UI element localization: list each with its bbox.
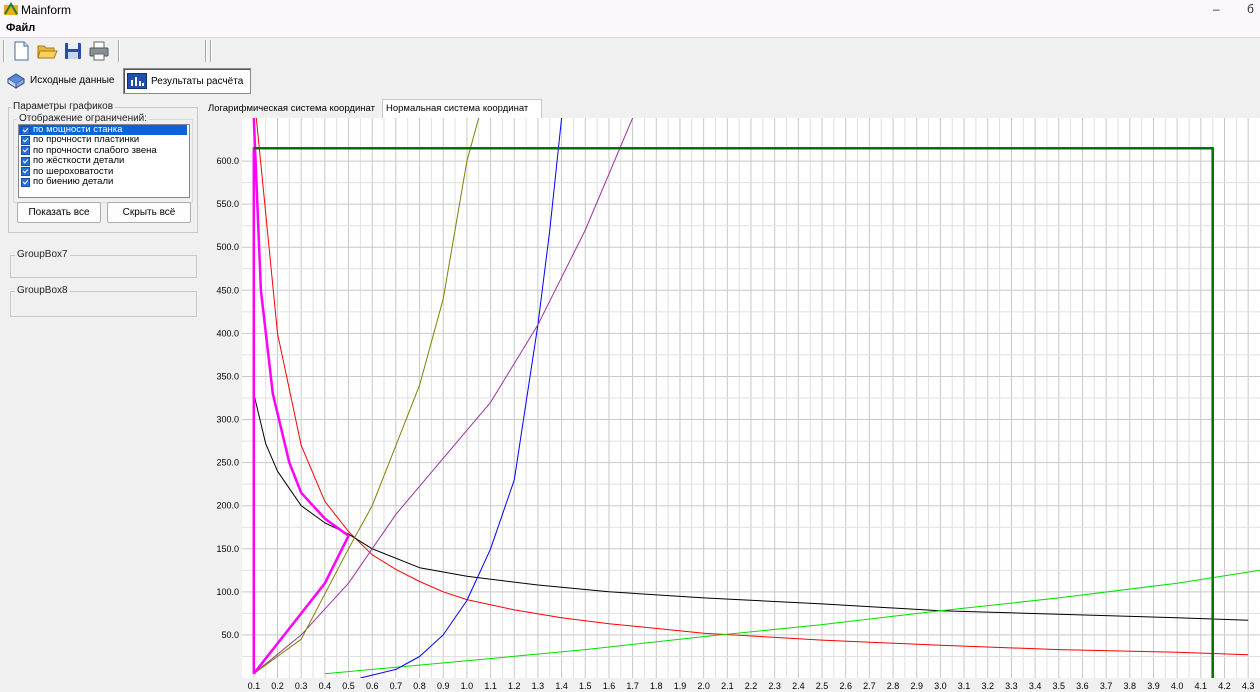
constraints-checklist[interactable]: по мощности станка по прочности пластинк… <box>18 124 190 198</box>
tab-normal-coordinates[interactable]: Нормальная система координат <box>382 99 542 119</box>
checklist-item[interactable]: по жёсткости детали <box>19 155 189 166</box>
y-tick-label: 300.0 <box>216 415 239 425</box>
y-tick-label: 150.0 <box>216 544 239 554</box>
x-tick-label: 4.2 <box>1218 681 1231 691</box>
x-tick-label: 3.0 <box>934 681 947 691</box>
bar-chart-icon <box>127 73 147 89</box>
x-tick-label: 3.3 <box>1005 681 1018 691</box>
toolbar-separator <box>210 40 212 62</box>
x-tick-label: 4.1 <box>1195 681 1208 691</box>
x-tick-label: 1.1 <box>484 681 497 691</box>
open-folder-icon[interactable] <box>36 40 58 62</box>
y-tick-label: 450.0 <box>216 285 239 295</box>
x-tick-label: 0.4 <box>319 681 332 691</box>
x-tick-label: 2.6 <box>839 681 852 691</box>
results-label: Результаты расчёта <box>151 75 244 87</box>
x-tick-label: 3.9 <box>1147 681 1160 691</box>
y-tick-label: 50.0 <box>221 630 239 640</box>
x-tick-label: 4.0 <box>1171 681 1184 691</box>
x-tick-label: 0.8 <box>413 681 426 691</box>
menu-file[interactable]: Файл <box>6 22 35 34</box>
print-icon[interactable] <box>88 40 110 62</box>
books-icon <box>7 73 25 89</box>
checkbox-checked-icon[interactable] <box>21 177 30 187</box>
menu-bar: Файл <box>0 20 1260 38</box>
x-tick-label: 3.4 <box>1029 681 1042 691</box>
x-tick-label: 0.3 <box>295 681 308 691</box>
x-tick-label: 0.5 <box>342 681 355 691</box>
x-tick-label: 3.6 <box>1076 681 1089 691</box>
x-tick-label: 2.8 <box>887 681 900 691</box>
x-tick-label: 3.8 <box>1124 681 1137 691</box>
y-tick-label: 400.0 <box>216 328 239 338</box>
source-data-label: Исходные данные <box>30 74 115 86</box>
toolbar <box>0 38 1260 65</box>
source-data-button[interactable]: Исходные данные <box>3 68 119 92</box>
checkbox-checked-icon[interactable] <box>21 146 30 156</box>
x-tick-label: 1.8 <box>650 681 663 691</box>
show-all-button[interactable]: Показать все <box>17 202 101 223</box>
y-tick-label: 100.0 <box>216 587 239 597</box>
x-tick-label: 1.9 <box>674 681 687 691</box>
y-tick-label: 250.0 <box>216 458 239 468</box>
checkbox-checked-icon[interactable] <box>21 125 30 135</box>
x-tick-label: 2.4 <box>792 681 805 691</box>
x-tick-label: 1.6 <box>603 681 616 691</box>
x-tick-label: 3.7 <box>1100 681 1113 691</box>
x-tick-label: 2.1 <box>721 681 734 691</box>
chart-plot: 50.0 100.0 150.0 200.0 250.0 300.0 350.0 400.0 4… <box>205 118 1260 692</box>
title-bar: Mainform – б <box>0 0 1260 20</box>
x-tick-label: 1.5 <box>579 681 592 691</box>
constraints-title: Отображение ограничений: <box>17 113 150 124</box>
save-disk-icon[interactable] <box>62 40 84 62</box>
checkbox-checked-icon[interactable] <box>21 156 30 166</box>
restore-button[interactable]: б <box>1247 2 1254 16</box>
x-tick-label: 2.2 <box>745 681 758 691</box>
y-tick-label: 200.0 <box>216 501 239 511</box>
y-tick-label: 550.0 <box>216 199 239 209</box>
x-tick-label: 2.9 <box>910 681 923 691</box>
x-tick-label: 1.0 <box>461 681 474 691</box>
group-box-8-title: GroupBox8 <box>15 285 70 296</box>
checklist-item[interactable]: по биению детали <box>19 175 189 187</box>
x-tick-label: 0.1 <box>248 681 261 691</box>
checklist-item-label: по биению детали <box>33 175 114 187</box>
y-tick-label: 350.0 <box>216 371 239 381</box>
x-axis: 0.1 0.2 0.3 0.4 0.5 0.6 0.7 0.8 0.9 1.0 1.1 1.2 1.3 1… <box>248 681 1255 691</box>
x-tick-label: 3.2 <box>981 681 994 691</box>
x-tick-label: 0.7 <box>390 681 403 691</box>
toolbar-separator <box>118 40 120 62</box>
window-title: Mainform <box>21 3 72 17</box>
checkbox-checked-icon[interactable] <box>21 167 30 177</box>
toolbar-separator <box>205 40 207 62</box>
x-tick-label: 1.7 <box>626 681 639 691</box>
x-tick-label: 3.1 <box>958 681 971 691</box>
y-tick-label: 600.0 <box>216 156 239 166</box>
x-tick-label: 1.2 <box>508 681 521 691</box>
x-tick-label: 2.5 <box>816 681 829 691</box>
minimize-button[interactable]: – <box>1213 2 1220 16</box>
x-tick-label: 1.3 <box>532 681 545 691</box>
tab-log-coordinates[interactable]: Логарифмическая система координат <box>205 100 386 118</box>
x-tick-label: 2.7 <box>863 681 876 691</box>
x-tick-label: 0.2 <box>271 681 284 691</box>
app-icon <box>4 2 18 15</box>
x-tick-label: 2.0 <box>697 681 710 691</box>
x-tick-label: 0.9 <box>437 681 450 691</box>
y-tick-label: 500.0 <box>216 242 239 252</box>
checkbox-checked-icon[interactable] <box>21 136 30 146</box>
x-tick-label: 2.3 <box>768 681 781 691</box>
x-tick-label: 1.4 <box>555 681 568 691</box>
chart-params-title: Параметры графиков <box>11 101 116 112</box>
group-box-7-title: GroupBox7 <box>15 249 70 260</box>
x-tick-label: 0.6 <box>366 681 379 691</box>
x-tick-label: 4.3 <box>1242 681 1255 691</box>
hide-all-button[interactable]: Скрыть всё <box>107 202 191 223</box>
results-button[interactable]: Результаты расчёта <box>123 68 251 94</box>
x-tick-label: 3.5 <box>1053 681 1066 691</box>
new-document-icon[interactable] <box>10 40 32 62</box>
toolbar-grip <box>3 40 5 62</box>
